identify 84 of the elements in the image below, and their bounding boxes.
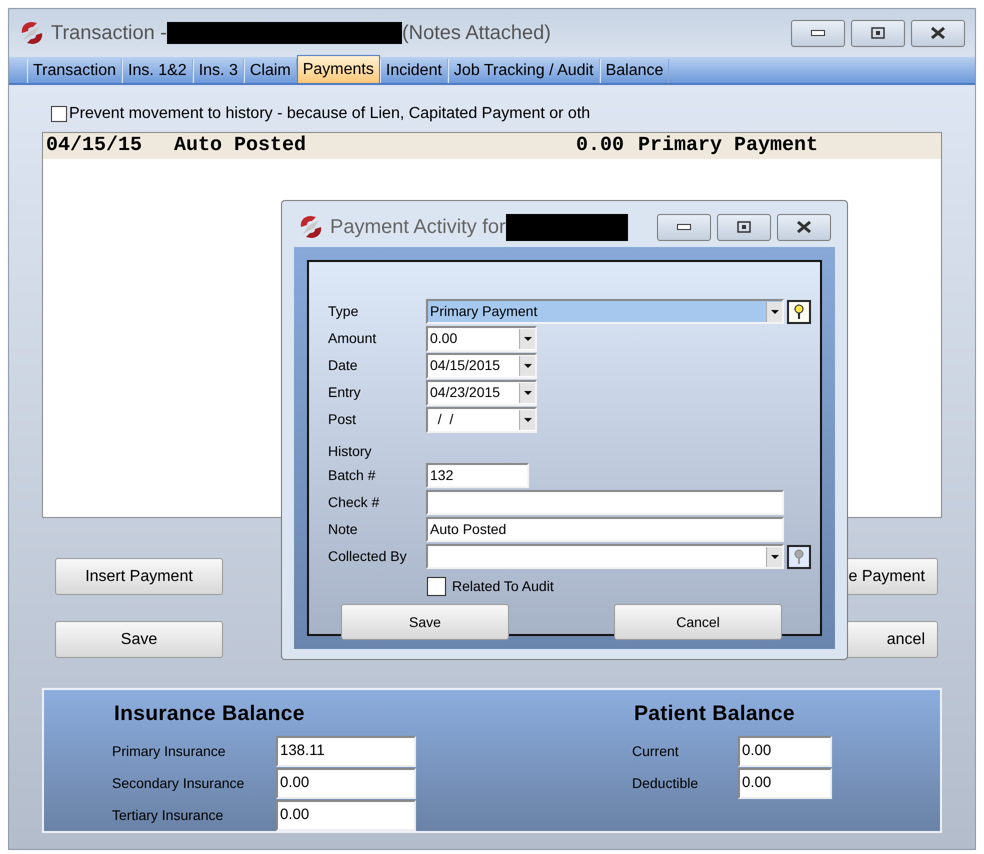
section-label: History xyxy=(328,442,373,461)
field-label: Secondary Insurance xyxy=(112,774,246,793)
caret-icon xyxy=(524,390,532,394)
maximize-button[interactable] xyxy=(851,20,905,46)
lightbulb-icon xyxy=(794,304,804,320)
caret-icon xyxy=(524,364,532,368)
dropdown-field[interactable]: Primary Payment xyxy=(426,299,784,324)
caret-icon xyxy=(524,336,532,340)
button[interactable]: Save xyxy=(341,604,509,640)
close-button[interactable] xyxy=(777,214,831,240)
window-title: Transaction - xyxy=(51,21,167,46)
tab[interactable]: Balance xyxy=(600,59,670,83)
dropdown-field[interactable]: / / xyxy=(426,406,537,432)
tab[interactable]: Transaction xyxy=(27,59,122,83)
logo-icon xyxy=(19,20,45,46)
input-field[interactable]: 0.00 xyxy=(738,736,832,766)
minimize-icon xyxy=(677,224,691,230)
close-icon xyxy=(930,26,946,40)
button[interactable]: Insert Payment xyxy=(55,558,223,595)
field-label: Collected By xyxy=(328,547,408,566)
restore-icon xyxy=(871,27,885,39)
lookup-button[interactable] xyxy=(787,300,811,324)
dropdown-button[interactable] xyxy=(519,382,535,402)
field-label: Post xyxy=(328,410,358,429)
button[interactable]: Cancel xyxy=(614,604,782,640)
row-type: Primary Payment xyxy=(638,133,818,159)
payment-row[interactable]: 04/15/15 Auto Posted 0.00 Primary Payment xyxy=(43,133,941,159)
tab[interactable]: Payments xyxy=(296,55,380,83)
row-amount: 0.00 xyxy=(574,133,624,159)
window-title-suffix: (Notes Attached) xyxy=(402,21,551,46)
checkbox-label: Related To Audit xyxy=(452,577,554,596)
minimize-button[interactable] xyxy=(657,214,711,240)
minimize-icon xyxy=(811,30,825,36)
dropdown-field[interactable] xyxy=(426,544,784,569)
field-label: Tertiary Insurance xyxy=(112,806,224,825)
field-label: Current xyxy=(632,742,680,760)
restore-icon xyxy=(737,221,751,233)
dropdown-field[interactable]: 04/23/2015 xyxy=(426,380,537,406)
dropdown-button[interactable] xyxy=(519,328,535,348)
checkbox-label: Prevent movement to history - because of Lien, Capitated Payment or oth xyxy=(69,104,590,124)
field-label: Date xyxy=(328,356,359,375)
maximize-button[interactable] xyxy=(717,214,771,240)
minimize-button[interactable] xyxy=(791,20,845,46)
input-field[interactable]: 138.11 xyxy=(276,736,416,766)
field-label: Entry xyxy=(328,383,362,402)
input-field[interactable]: 0.00 xyxy=(276,768,416,798)
input-field[interactable]: 0.00 xyxy=(276,800,416,830)
button[interactable]: Save xyxy=(55,621,223,658)
dropdown-button[interactable] xyxy=(519,410,535,430)
tab[interactable]: Job Tracking / Audit xyxy=(448,59,600,83)
close-icon xyxy=(796,220,812,234)
lookup-button[interactable] xyxy=(787,544,811,568)
dialog-title: Payment Activity for xyxy=(330,215,506,240)
caret-icon xyxy=(770,310,778,314)
lightbulb-icon xyxy=(794,548,804,564)
dropdown-button[interactable] xyxy=(766,302,782,322)
dropdown-field[interactable]: 0.00 xyxy=(426,326,537,352)
logo-icon xyxy=(298,214,324,240)
caret-icon xyxy=(524,418,532,422)
section-heading: Insurance Balance xyxy=(114,701,306,727)
row-note: Auto Posted xyxy=(174,133,308,159)
field-label: Amount xyxy=(328,329,378,348)
dropdown-field[interactable]: 04/15/2015 xyxy=(426,352,537,378)
close-button[interactable] xyxy=(911,20,965,46)
field-label: Note xyxy=(328,520,359,539)
field-label: Primary Insurance xyxy=(112,742,227,761)
input-field[interactable]: Auto Posted xyxy=(426,517,784,542)
input-field[interactable]: 0.00 xyxy=(738,768,832,798)
field-label: Check # xyxy=(328,493,380,512)
field-label: Deductible xyxy=(632,774,700,792)
section-heading: Patient Balance xyxy=(634,701,796,727)
tab[interactable]: Ins. 3 xyxy=(192,59,244,83)
caret-icon xyxy=(770,554,778,558)
checkbox[interactable] xyxy=(427,577,446,596)
checkbox[interactable] xyxy=(51,106,67,122)
input-field[interactable]: 132 xyxy=(426,463,529,488)
tab[interactable]: Ins. 1&2 xyxy=(122,59,193,83)
dropdown-button[interactable] xyxy=(766,546,782,566)
tab[interactable]: Incident xyxy=(380,59,448,83)
field-label: Type xyxy=(328,302,360,321)
input-field[interactable] xyxy=(426,490,784,515)
row-date: 04/15/15 xyxy=(46,133,144,159)
field-label: Batch # xyxy=(328,466,376,485)
dropdown-button[interactable] xyxy=(519,356,535,376)
